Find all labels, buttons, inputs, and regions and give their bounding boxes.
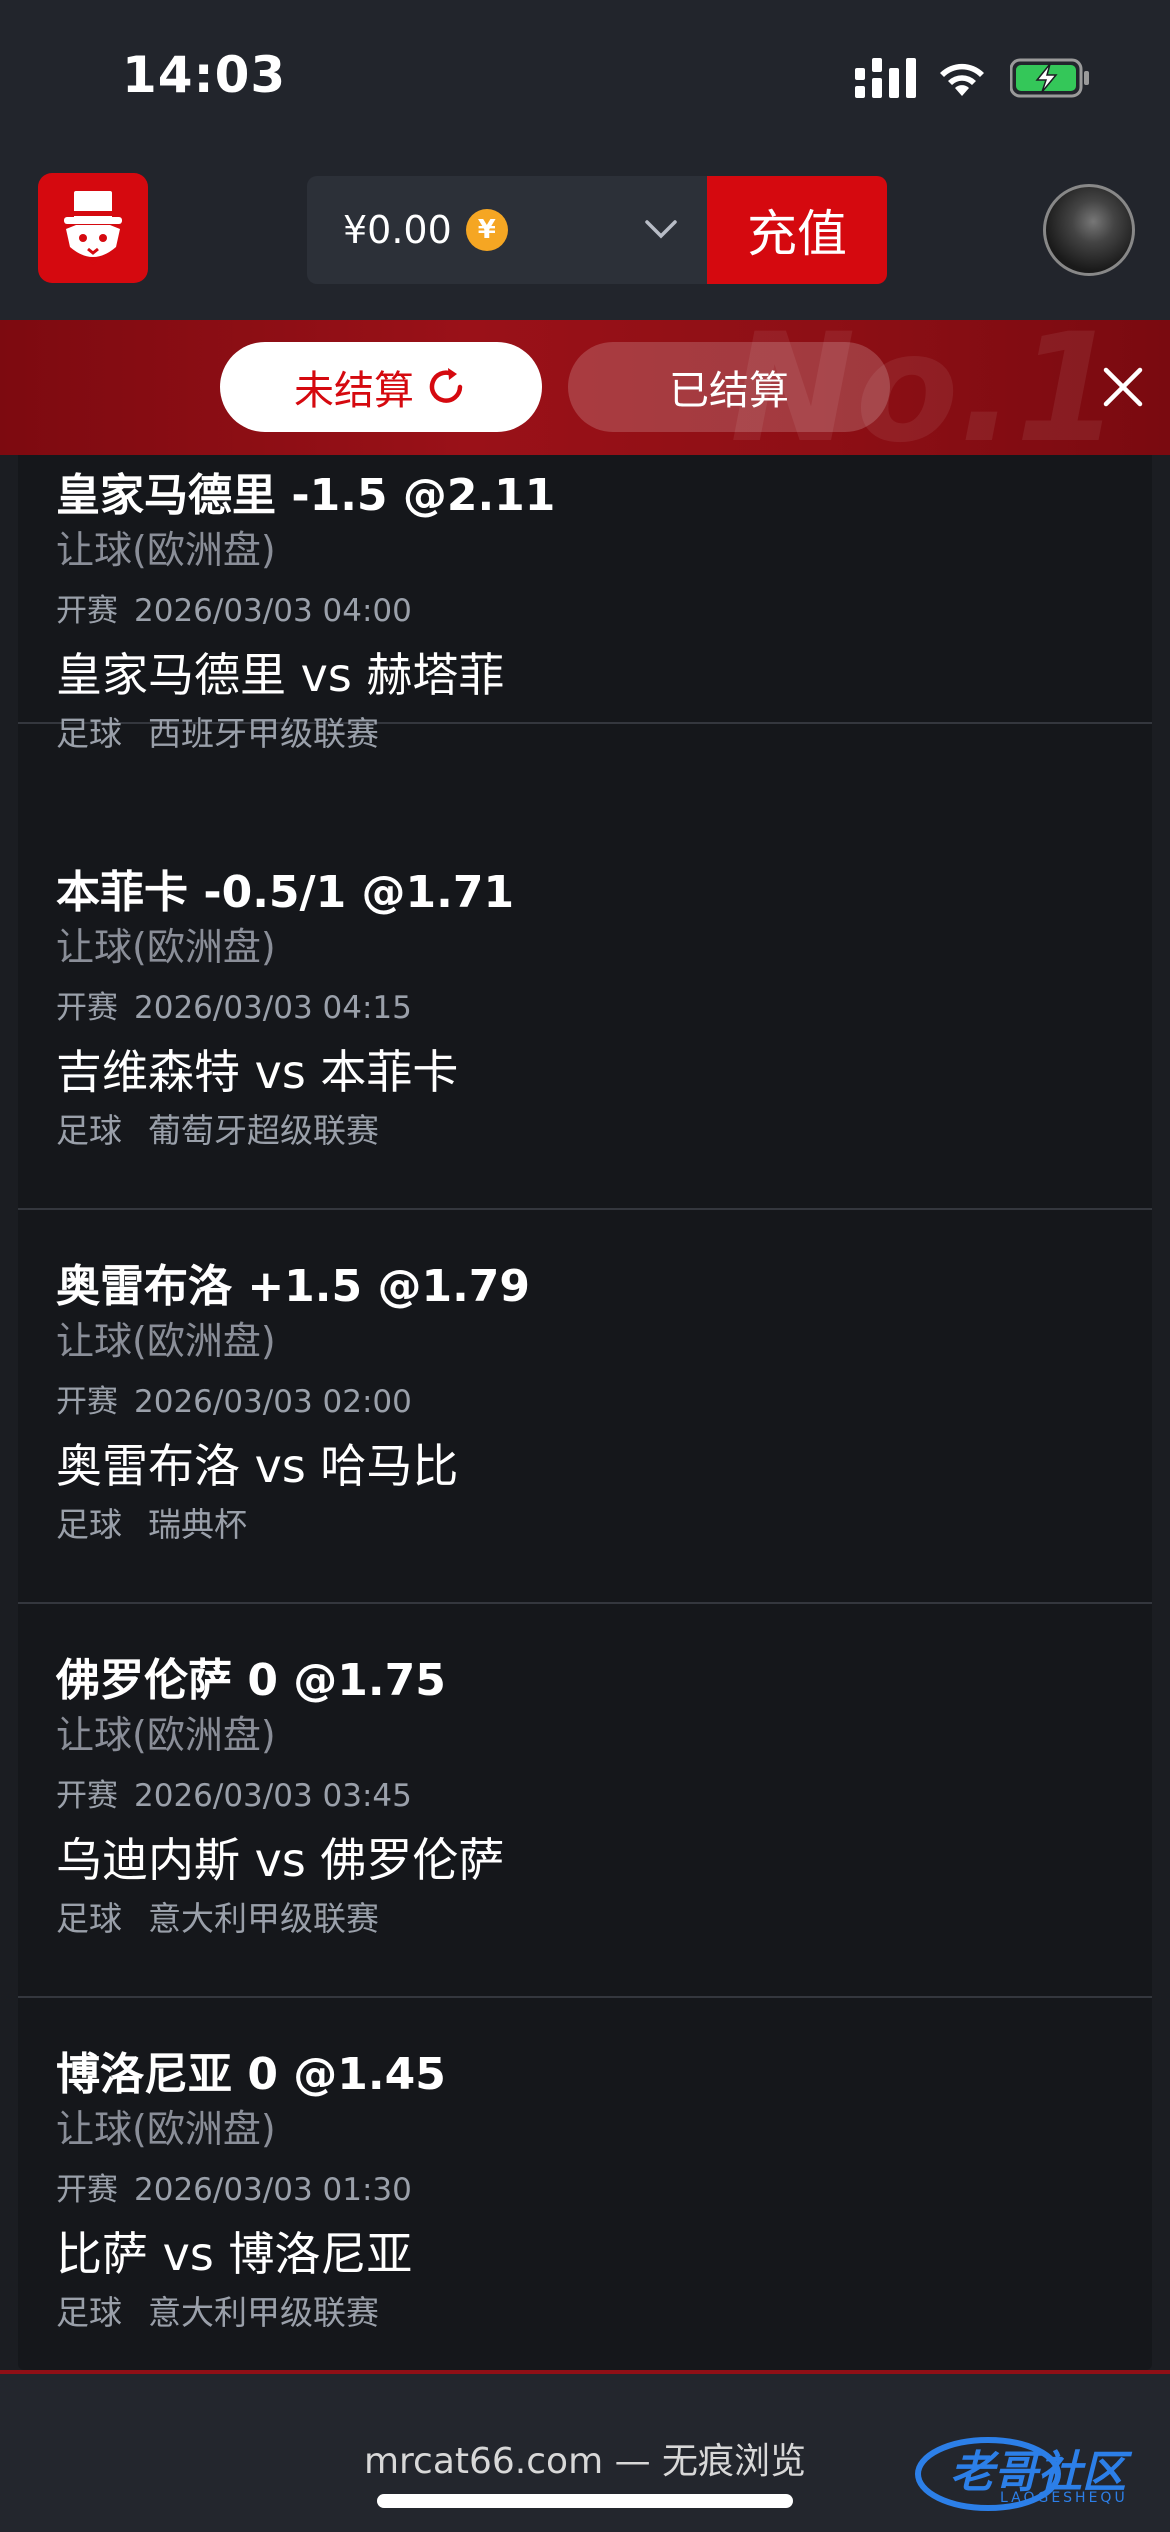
bet-card[interactable]: 博洛尼亚 0 @1.45 让球(欧洲盘) 开赛 2026/03/03 01:30 …	[18, 1998, 1152, 2370]
bet-title: 佛罗伦萨 0 @1.75	[56, 1655, 446, 1706]
status-time: 14:03	[122, 46, 287, 104]
app-header: ¥0.00 ¥ 充值	[0, 140, 1170, 320]
match-teams: 皇家马德里 vs 赫塔菲	[56, 648, 505, 702]
kickoff-label: 开赛	[56, 593, 118, 629]
league-row: 足球 意大利甲级联赛	[56, 1892, 379, 1940]
battery-charging-icon	[1010, 58, 1089, 98]
balance-amount: ¥0.00	[343, 208, 452, 252]
kickoff-time: 2026/03/03 04:00	[134, 593, 412, 629]
kickoff-label: 开赛	[56, 2172, 118, 2208]
kickoff-row: 开赛 2026/03/03 01:30	[56, 2164, 412, 2209]
kickoff-row: 开赛 2026/03/03 04:00	[56, 585, 412, 630]
sport-label: 足球	[56, 1111, 122, 1150]
sport-label: 足球	[56, 714, 122, 753]
league-row: 足球 葡萄牙超级联赛	[56, 1104, 379, 1152]
bet-title: 本菲卡 -0.5/1 @1.71	[56, 867, 515, 918]
kickoff-row: 开赛 2026/03/03 03:45	[56, 1770, 412, 1815]
bet-title: 奥雷布洛 +1.5 @1.79	[56, 1261, 531, 1312]
refresh-icon[interactable]	[424, 365, 468, 409]
tab-unsettled-label: 未结算	[294, 368, 414, 414]
cat-hat-logo-icon	[64, 191, 122, 265]
bet-market: 让球(欧洲盘)	[56, 528, 276, 572]
league-name: 瑞典杯	[148, 1505, 247, 1544]
kickoff-row: 开赛 2026/03/03 02:00	[56, 1376, 412, 1421]
bet-market: 让球(欧洲盘)	[56, 1713, 276, 1757]
league-row: 足球 瑞典杯	[56, 1498, 247, 1546]
status-bar: 14:03	[0, 0, 1170, 140]
bet-title: 皇家马德里 -1.5 @2.11	[56, 470, 556, 521]
kickoff-time: 2026/03/03 01:30	[134, 2172, 412, 2208]
chevron-down-icon	[645, 220, 677, 239]
recharge-button[interactable]: 充值	[707, 176, 887, 284]
tabs-banner: No.1 未结算 已结算	[0, 320, 1170, 455]
league-name: 西班牙甲级联赛	[148, 714, 379, 753]
kickoff-time: 2026/03/03 03:45	[134, 1778, 412, 1814]
bet-card[interactable]: 本菲卡 -0.5/1 @1.71 让球(欧洲盘) 开赛 2026/03/03 04…	[18, 816, 1152, 1210]
bet-list: 皇家马德里 -1.5 @2.11 让球(欧洲盘) 开赛 2026/03/03 04…	[18, 455, 1152, 2370]
match-teams: 比萨 vs 博洛尼亚	[56, 2227, 413, 2281]
bet-market: 让球(欧洲盘)	[56, 925, 276, 969]
league-name: 意大利甲级联赛	[148, 1899, 379, 1938]
close-icon[interactable]	[1098, 362, 1148, 412]
currency-coin-icon: ¥	[465, 209, 508, 251]
cellular-signal-icon	[855, 58, 916, 98]
bet-market: 让球(欧洲盘)	[56, 2107, 276, 2151]
kickoff-label: 开赛	[56, 990, 118, 1026]
match-teams: 乌迪内斯 vs 佛罗伦萨	[56, 1833, 505, 1887]
watermark-subtext: LAOGESHEQU	[1000, 2490, 1128, 2506]
balance-selector[interactable]: ¥0.00 ¥	[307, 176, 707, 284]
kickoff-label: 开赛	[56, 1778, 118, 1814]
sport-label: 足球	[56, 2293, 122, 2332]
kickoff-time: 2026/03/03 04:15	[134, 990, 412, 1026]
app-logo[interactable]	[38, 173, 148, 283]
league-row: 足球 意大利甲级联赛	[56, 2286, 379, 2334]
tab-unsettled[interactable]: 未结算	[220, 342, 542, 432]
league-row: 足球 西班牙甲级联赛	[56, 707, 379, 755]
league-name: 意大利甲级联赛	[148, 2293, 379, 2332]
home-indicator[interactable]	[377, 2494, 793, 2508]
sport-label: 足球	[56, 1505, 122, 1544]
bet-card[interactable]: 奥雷布洛 +1.5 @1.79 让球(欧洲盘) 开赛 2026/03/03 02:…	[18, 1210, 1152, 1604]
bet-market: 让球(欧洲盘)	[56, 1319, 276, 1363]
league-name: 葡萄牙超级联赛	[148, 1111, 379, 1150]
kickoff-row: 开赛 2026/03/03 04:15	[56, 982, 412, 1027]
wifi-icon	[940, 63, 984, 96]
user-avatar[interactable]	[1043, 184, 1135, 276]
bet-card[interactable]: 皇家马德里 -1.5 @2.11 让球(欧洲盘) 开赛 2026/03/03 04…	[18, 455, 1152, 753]
bet-card[interactable]: 佛罗伦萨 0 @1.75 让球(欧洲盘) 开赛 2026/03/03 03:45 …	[18, 1604, 1152, 1998]
match-teams: 吉维森特 vs 本菲卡	[56, 1045, 459, 1099]
bet-title: 博洛尼亚 0 @1.45	[56, 2049, 446, 2100]
match-teams: 奥雷布洛 vs 哈马比	[56, 1439, 459, 1493]
sport-label: 足球	[56, 1899, 122, 1938]
tab-settled[interactable]: 已结算	[568, 342, 890, 432]
kickoff-time: 2026/03/03 02:00	[134, 1384, 412, 1420]
kickoff-label: 开赛	[56, 1384, 118, 1420]
